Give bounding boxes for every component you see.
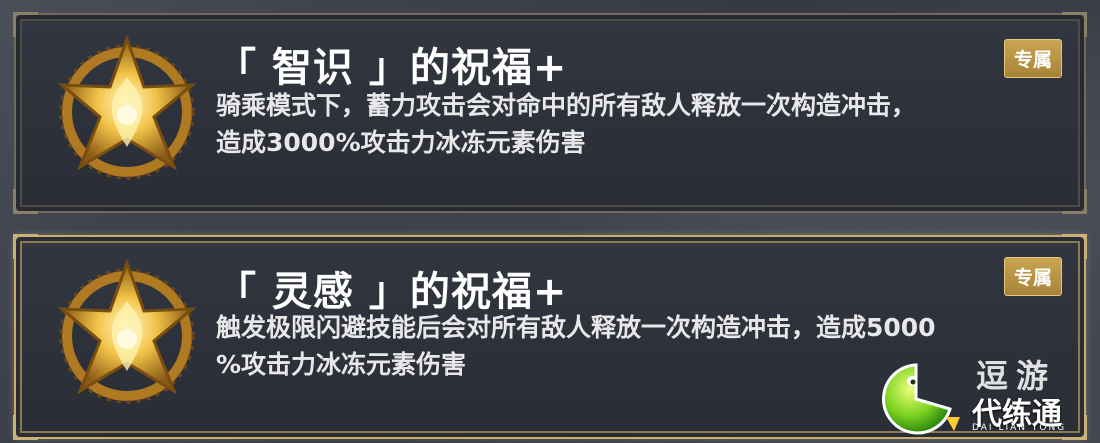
frame-corner: [1062, 234, 1087, 259]
description-line: 骑乘模式下，蓄力攻击会对命中的所有敌人释放一次构造冲击，: [216, 91, 917, 120]
blessing-card-wisdom[interactable]: 「 智识 」的祝福+ 专属 骑乘模式下，蓄力攻击会对命中的所有敌人释放一次构造冲…: [13, 12, 1087, 214]
frame-corner: [1062, 189, 1087, 214]
watermark-brand-sub: DAI LIAN TONG: [972, 423, 1067, 433]
watermark: 逗游 代练通 DAI LIAN TONG: [876, 357, 1086, 437]
exclusive-badge: 专属: [1003, 257, 1062, 296]
exclusive-badge: 专属: [1003, 39, 1062, 78]
frame-corner: [1062, 12, 1087, 37]
frame-corner: [13, 415, 38, 440]
description-line: 触发极限闪避技能后会对所有敌人释放一次构造冲击，造成5000: [216, 313, 936, 342]
frame-corner: [13, 234, 38, 259]
card-description: 骑乘模式下，蓄力攻击会对命中的所有敌人释放一次构造冲击， 造成3000%攻击力冰…: [216, 87, 1056, 161]
description-line: 造成3000%攻击力冰冻元素伤害: [216, 128, 586, 157]
card-title: 「 智识 」的祝福+: [216, 45, 568, 91]
frame-corner: [13, 12, 38, 37]
golden-star-emblem-icon: [57, 258, 197, 404]
frame-corner: [13, 189, 38, 214]
golden-star-emblem-icon: [57, 34, 197, 180]
daliantong-logo-icon: [882, 363, 960, 435]
